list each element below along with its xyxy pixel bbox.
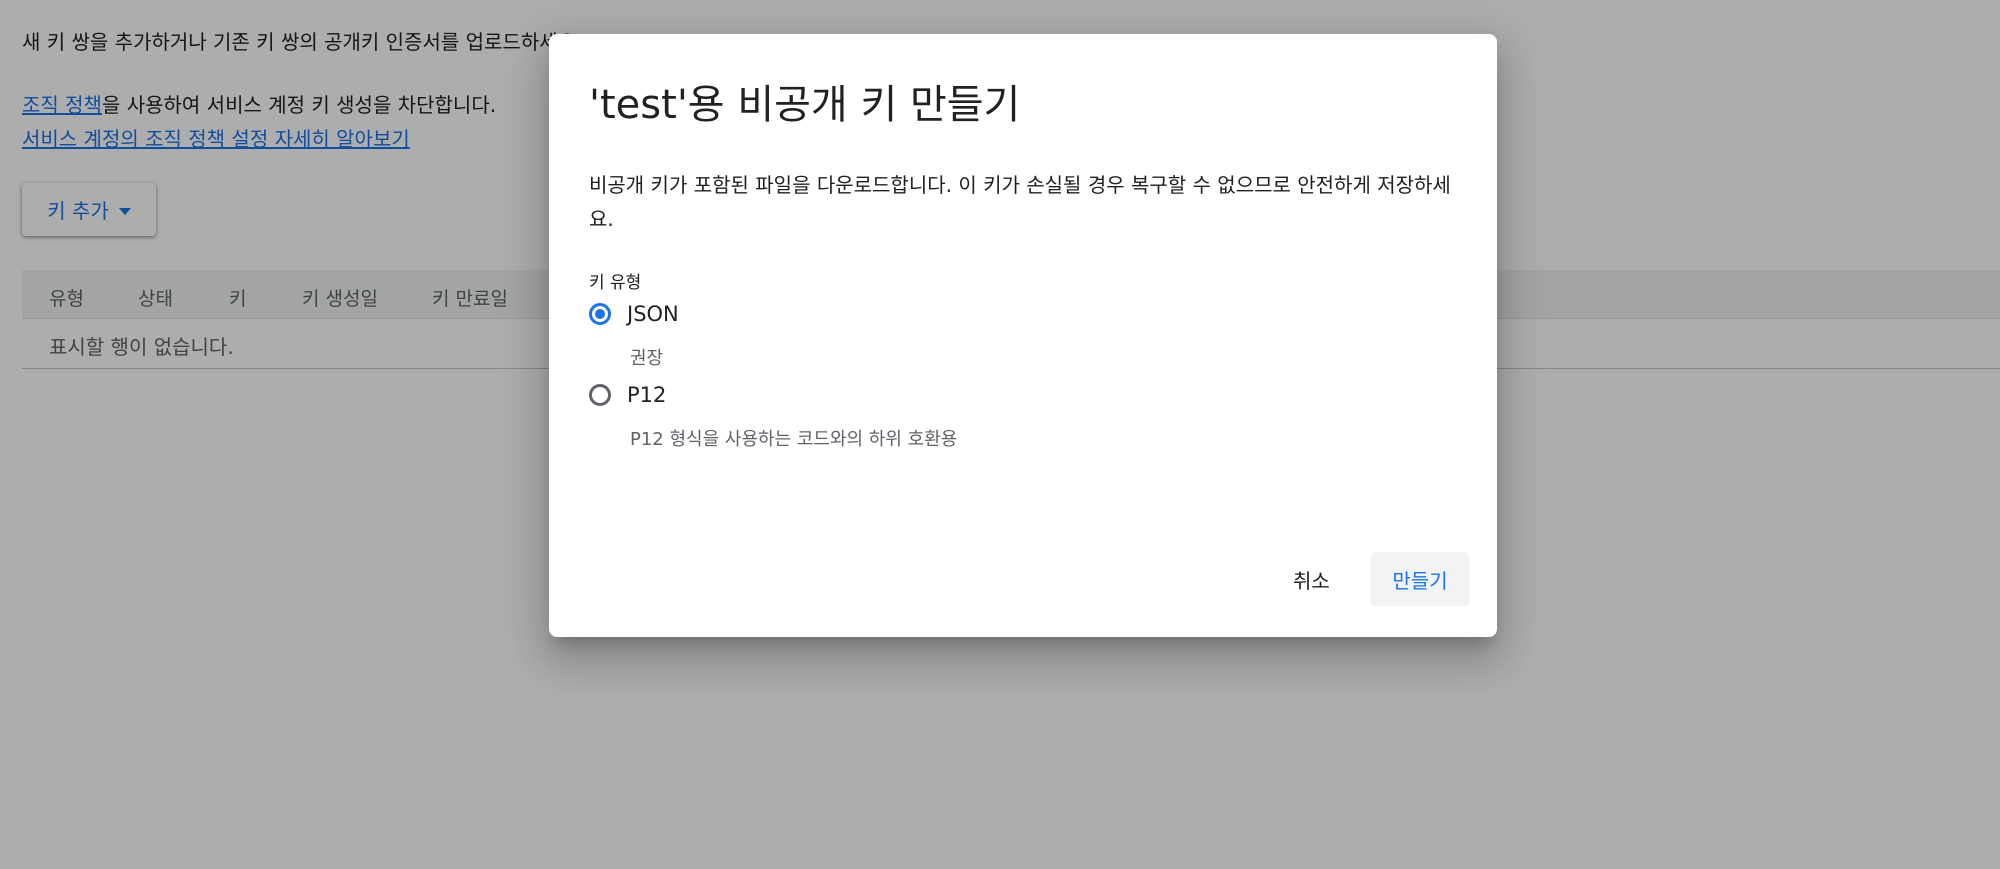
radio-option-json[interactable]: JSON	[589, 302, 679, 326]
dialog-title: 'test'용 비공개 키 만들기	[589, 82, 1021, 128]
dialog-description: 비공개 키가 포함된 파일을 다운로드합니다. 이 키가 손실될 경우 복구할 …	[589, 173, 1451, 231]
radio-sub-p12: P12 형식을 사용하는 코드와의 하위 호환용	[630, 429, 958, 450]
radio-unchecked-icon[interactable]	[589, 384, 611, 406]
key-type-label: 키 유형	[589, 273, 642, 293]
create-button[interactable]: 만들기	[1371, 552, 1469, 606]
radio-option-p12[interactable]: P12	[589, 383, 666, 407]
radio-checked-icon[interactable]	[589, 303, 611, 325]
create-private-key-dialog: 'test'용 비공개 키 만들기 비공개 키가 포함된 파일을 다운로드합니다…	[549, 34, 1497, 637]
cancel-button[interactable]: 취소	[1277, 552, 1346, 606]
radio-label-json: JSON	[627, 302, 679, 326]
radio-sub-json: 권장	[630, 348, 664, 369]
radio-label-p12: P12	[627, 383, 667, 407]
